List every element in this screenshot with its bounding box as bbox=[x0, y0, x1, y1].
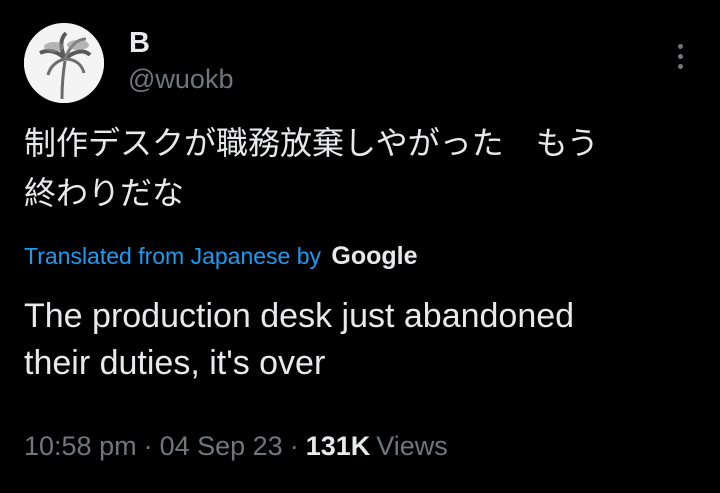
palm-tree-icon bbox=[24, 23, 104, 103]
views-count[interactable]: 131K bbox=[306, 431, 371, 461]
tweet-time[interactable]: 10:58 pm bbox=[24, 431, 137, 461]
meta-separator: · bbox=[289, 431, 299, 461]
tweet-date[interactable]: 04 Sep 23 bbox=[160, 431, 283, 461]
meta-separator: · bbox=[143, 431, 153, 461]
original-line-2: 終わりだな bbox=[24, 174, 185, 212]
more-options-icon[interactable] bbox=[664, 40, 696, 72]
translation-attribution: Translated from Japanese by Google bbox=[24, 240, 418, 272]
google-logo: Google bbox=[331, 242, 418, 270]
tweet-card: B @wuokb 制作デスクが職務放棄しやがった もう 終わりだな Transla… bbox=[0, 0, 720, 493]
views-label: Views bbox=[376, 431, 448, 461]
more-dot bbox=[677, 53, 683, 59]
tweet-original-text: 制作デスクが職務放棄しやがった もう 終わりだな bbox=[24, 118, 684, 218]
tweet-translated-text: The production desk just abandoned their… bbox=[24, 293, 704, 387]
translated-line-2: their duties, it's over bbox=[24, 344, 326, 382]
translated-from-link[interactable]: Translated from Japanese by bbox=[24, 243, 321, 269]
avatar[interactable] bbox=[24, 23, 104, 103]
user-handle[interactable]: @wuokb bbox=[128, 63, 233, 95]
more-dot bbox=[677, 63, 683, 69]
translated-line-1: The production desk just abandoned bbox=[24, 297, 575, 335]
display-name[interactable]: B bbox=[129, 26, 150, 60]
tweet-meta: 10:58 pm · 04 Sep 23 · 131K Views bbox=[24, 428, 448, 464]
more-dot bbox=[677, 43, 683, 49]
original-line-1: 制作デスクが職務放棄しやがった もう bbox=[24, 124, 599, 162]
